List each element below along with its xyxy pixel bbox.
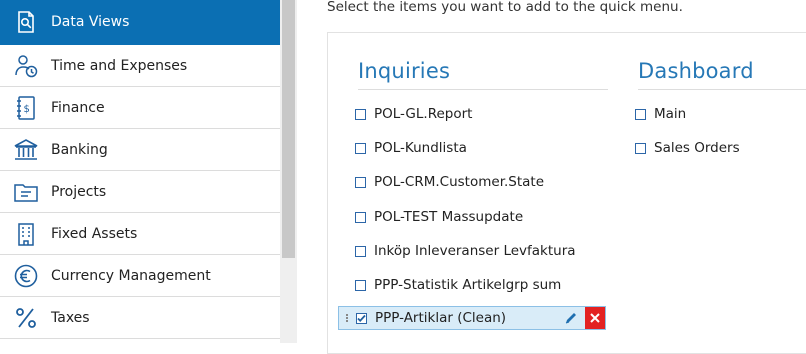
checkbox[interactable]	[355, 142, 366, 154]
sidebar-item-fixed-assets[interactable]: Fixed Assets	[0, 213, 280, 255]
time-expenses-icon	[11, 51, 41, 81]
percent-icon	[11, 303, 41, 333]
list-item-label: PPP-Artiklar (Clean)	[375, 310, 507, 326]
list-item[interactable]: Inköp Inleveranser Levfaktura	[355, 239, 605, 263]
drag-handle-icon[interactable]	[342, 314, 352, 322]
pencil-icon[interactable]	[563, 310, 579, 326]
close-icon	[590, 313, 600, 323]
list-item-label: POL-TEST Massupdate	[374, 209, 524, 225]
sidebar-item-taxes[interactable]: Taxes	[0, 297, 280, 339]
list-item[interactable]: POL-Kundlista	[355, 136, 605, 160]
list-item-label: POL-CRM.Customer.State	[374, 174, 545, 190]
checkbox[interactable]	[635, 108, 646, 120]
sidebar-item-label: Currency Management	[51, 267, 211, 284]
checkbox[interactable]	[355, 108, 366, 120]
instruction-text: Select the items you want to add to the …	[327, 0, 683, 15]
list-item-label: Inköp Inleveranser Levfaktura	[374, 243, 576, 259]
list-item-selected[interactable]: PPP-Artiklar (Clean)	[338, 306, 606, 330]
checkbox[interactable]	[355, 211, 366, 223]
sidebar: Data Views Time and Expenses $ Finance B…	[0, 0, 280, 343]
list-item-label: PPP-Statistik Artikelgrp sum	[374, 277, 562, 293]
sidebar-item-finance[interactable]: $ Finance	[0, 87, 280, 129]
dashboard-header: Dashboard	[638, 33, 806, 90]
inquiries-column: Inquiries POL-GL.Report POL-Kundlista PO…	[338, 33, 608, 330]
sidebar-item-projects[interactable]: Projects	[0, 171, 280, 213]
quick-menu-panel: Inquiries POL-GL.Report POL-Kundlista PO…	[327, 32, 806, 354]
list-item[interactable]: Main	[635, 102, 806, 126]
inquiries-header: Inquiries	[358, 33, 608, 90]
sidebar-item-time-and-expenses[interactable]: Time and Expenses	[0, 45, 280, 87]
sidebar-item-label: Time and Expenses	[51, 57, 188, 74]
sidebar-item-label: Fixed Assets	[51, 225, 138, 242]
list-item[interactable]: Sales Orders	[635, 136, 806, 160]
checkbox[interactable]	[355, 279, 366, 291]
checkbox-checked[interactable]	[356, 312, 367, 324]
delete-button[interactable]	[585, 307, 605, 329]
projects-icon	[11, 177, 41, 207]
sidebar-scrollbar-thumb[interactable]	[282, 0, 295, 258]
building-icon	[11, 219, 41, 249]
checkbox[interactable]	[635, 142, 646, 154]
list-item[interactable]: POL-TEST Massupdate	[355, 205, 605, 229]
sidebar-item-label: Finance	[51, 99, 105, 116]
euro-icon	[11, 261, 41, 291]
svg-text:$: $	[24, 104, 30, 115]
quick-menu-settings: Data Views Time and Expenses $ Finance B…	[0, 0, 806, 354]
sidebar-item-banking[interactable]: Banking	[0, 129, 280, 171]
sidebar-item-currency-management[interactable]: Currency Management	[0, 255, 280, 297]
dashboard-title: Dashboard	[638, 59, 754, 83]
inquiries-title: Inquiries	[358, 59, 451, 83]
list-item-label: Main	[654, 106, 687, 122]
sidebar-item-label: Data Views	[51, 14, 130, 30]
sidebar-item-data-views[interactable]: Data Views	[0, 0, 280, 45]
checkbox[interactable]	[355, 176, 366, 188]
dashboard-column: Dashboard Main Sales Orders	[635, 33, 806, 156]
finance-icon: $	[11, 93, 41, 123]
list-item-label: Sales Orders	[654, 140, 740, 156]
list-item-label: POL-GL.Report	[374, 106, 473, 122]
sidebar-item-label: Taxes	[51, 309, 90, 326]
checkbox[interactable]	[355, 245, 366, 257]
sidebar-item-label: Banking	[51, 141, 108, 158]
list-item[interactable]: POL-CRM.Customer.State	[355, 170, 605, 194]
list-item[interactable]: POL-GL.Report	[355, 102, 605, 126]
list-item[interactable]: PPP-Statistik Artikelgrp sum	[355, 273, 605, 297]
data-views-icon	[11, 7, 41, 37]
list-item-label: POL-Kundlista	[374, 140, 467, 156]
sidebar-item-label: Projects	[51, 183, 107, 200]
bank-icon	[11, 135, 41, 165]
